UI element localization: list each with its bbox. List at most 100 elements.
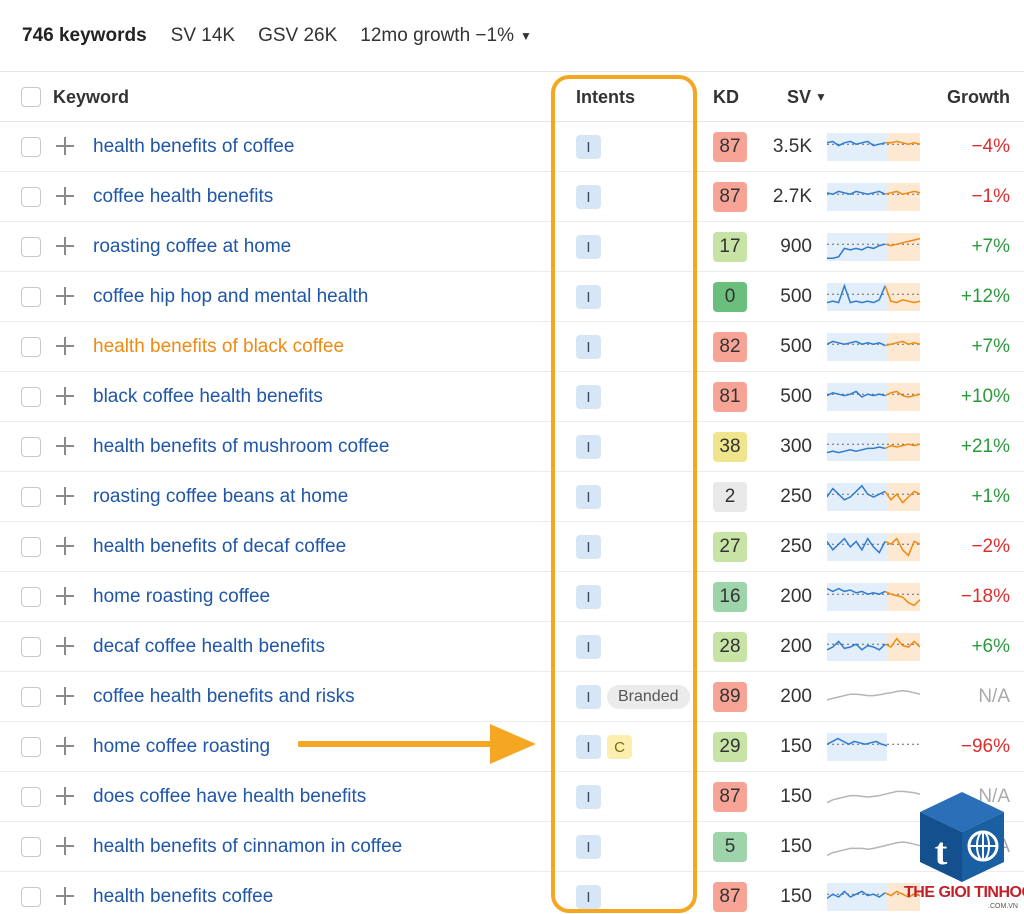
add-to-list-icon[interactable] bbox=[53, 784, 77, 808]
growth-period-label: 12mo growth −1% bbox=[360, 24, 514, 46]
growth-value: −2% bbox=[971, 536, 1010, 557]
add-to-list-icon[interactable] bbox=[53, 184, 77, 208]
column-keyword[interactable]: Keyword bbox=[53, 72, 129, 122]
add-to-list-icon[interactable] bbox=[53, 134, 77, 158]
keyword-link[interactable]: decaf coffee health benefits bbox=[93, 622, 325, 672]
intent-badges: IC bbox=[576, 734, 632, 760]
add-to-list-icon[interactable] bbox=[53, 434, 77, 458]
column-sv[interactable]: SV ▼ bbox=[787, 72, 827, 122]
add-to-list-icon[interactable] bbox=[53, 884, 77, 908]
row-checkbox[interactable] bbox=[21, 787, 41, 807]
add-to-list-icon[interactable] bbox=[53, 684, 77, 708]
sv-trend-sparkline bbox=[827, 690, 920, 701]
search-volume: 150 bbox=[780, 886, 812, 907]
add-to-list-icon[interactable] bbox=[53, 484, 77, 508]
keyword-link[interactable]: health benefits coffee bbox=[93, 872, 273, 914]
keyword-link[interactable]: health benefits of mushroom coffee bbox=[93, 422, 389, 472]
add-to-list-icon[interactable] bbox=[53, 334, 77, 358]
intent-badges: I bbox=[576, 334, 601, 360]
row-checkbox[interactable] bbox=[21, 587, 41, 607]
intent-badge: C bbox=[607, 735, 632, 759]
search-volume: 200 bbox=[780, 686, 812, 707]
keyword-link[interactable]: health benefits of coffee bbox=[93, 122, 294, 172]
keyword-link[interactable]: health benefits of black coffee bbox=[93, 322, 344, 372]
row-checkbox[interactable] bbox=[21, 337, 41, 357]
keyword-link[interactable]: roasting coffee beans at home bbox=[93, 472, 348, 522]
row-checkbox[interactable] bbox=[21, 537, 41, 557]
growth-value: +10% bbox=[960, 386, 1010, 407]
keyword-link[interactable]: health benefits of decaf coffee bbox=[93, 522, 346, 572]
table-row: coffee hip hop and mental health I 0 500 +12… bbox=[0, 272, 1024, 322]
growth-value: +7% bbox=[971, 236, 1010, 257]
table-row: health benefits of cinnamon in coffee I 5 1… bbox=[0, 822, 1024, 872]
keyword-link[interactable]: health benefits of cinnamon in coffee bbox=[93, 822, 402, 872]
row-checkbox[interactable] bbox=[21, 737, 41, 757]
keyword-link[interactable]: home roasting coffee bbox=[93, 572, 270, 622]
keyword-link[interactable]: black coffee health benefits bbox=[93, 372, 323, 422]
row-checkbox[interactable] bbox=[21, 887, 41, 907]
intent-badge: I bbox=[576, 185, 601, 209]
add-to-list-icon[interactable] bbox=[53, 834, 77, 858]
intent-badge: I bbox=[576, 635, 601, 659]
kd-score: 5 bbox=[713, 832, 747, 862]
row-checkbox[interactable] bbox=[21, 687, 41, 707]
keyword-link[interactable]: does coffee have health benefits bbox=[93, 772, 366, 822]
summary-bar: 746 keywords SV 14K GSV 26K 12mo growth … bbox=[0, 0, 1024, 72]
table-row: health benefits coffee I 87 150 bbox=[0, 872, 1024, 914]
column-intents[interactable]: Intents bbox=[576, 72, 635, 122]
search-volume: 250 bbox=[780, 486, 812, 507]
keyword-link[interactable]: roasting coffee at home bbox=[93, 222, 291, 272]
select-all-cell bbox=[21, 72, 41, 122]
intent-badges: I bbox=[576, 384, 601, 410]
add-to-list-icon[interactable] bbox=[53, 734, 77, 758]
row-checkbox[interactable] bbox=[21, 487, 41, 507]
table-row: roasting coffee at home I 17 900 +7% bbox=[0, 222, 1024, 272]
svg-text:t: t bbox=[935, 831, 948, 873]
intent-badge: I bbox=[576, 835, 601, 859]
caret-down-icon: ▼ bbox=[519, 28, 532, 43]
add-to-list-icon[interactable] bbox=[53, 234, 77, 258]
column-sv-label: SV bbox=[787, 86, 812, 107]
growth-value: −4% bbox=[971, 136, 1010, 157]
row-checkbox[interactable] bbox=[21, 137, 41, 157]
kd-score: 87 bbox=[713, 132, 747, 162]
row-checkbox[interactable] bbox=[21, 237, 41, 257]
table-row: home roasting coffee I 16 200 −18% bbox=[0, 572, 1024, 622]
keyword-link[interactable]: coffee hip hop and mental health bbox=[93, 272, 368, 322]
growth-period-dropdown[interactable]: 12mo growth −1% ▼ bbox=[360, 25, 532, 47]
intent-badge: I bbox=[576, 585, 601, 609]
watermark-logo: t THE GIOI TINHOC .COM.VN bbox=[900, 788, 1024, 914]
table-row: roasting coffee beans at home I 2 250 +1% bbox=[0, 472, 1024, 522]
add-to-list-icon[interactable] bbox=[53, 584, 77, 608]
search-volume: 500 bbox=[780, 386, 812, 407]
sv-trend-sparkline bbox=[827, 283, 920, 311]
row-checkbox[interactable] bbox=[21, 287, 41, 307]
add-to-list-icon[interactable] bbox=[53, 384, 77, 408]
search-volume: 3.5K bbox=[772, 136, 812, 157]
row-checkbox[interactable] bbox=[21, 437, 41, 457]
growth-value: +1% bbox=[971, 486, 1010, 507]
keyword-link[interactable]: home coffee roasting bbox=[93, 722, 270, 772]
growth-value: −18% bbox=[960, 586, 1010, 607]
kd-score: 87 bbox=[713, 182, 747, 212]
keyword-link[interactable]: coffee health benefits bbox=[93, 172, 273, 222]
intent-badge: I bbox=[576, 785, 601, 809]
intent-badge: I bbox=[576, 385, 601, 409]
select-all-checkbox[interactable] bbox=[21, 87, 41, 107]
intent-badges: I bbox=[576, 584, 601, 610]
row-checkbox[interactable] bbox=[21, 187, 41, 207]
add-to-list-icon[interactable] bbox=[53, 284, 77, 308]
column-kd[interactable]: KD bbox=[713, 72, 739, 122]
add-to-list-icon[interactable] bbox=[53, 634, 77, 658]
watermark-brand: THE GIOI TINHOC bbox=[904, 884, 1024, 901]
intent-badges: I bbox=[576, 884, 601, 910]
keyword-link[interactable]: coffee health benefits and risks bbox=[93, 672, 355, 722]
row-checkbox[interactable] bbox=[21, 837, 41, 857]
row-checkbox[interactable] bbox=[21, 387, 41, 407]
column-growth[interactable]: Growth bbox=[947, 72, 1010, 122]
row-checkbox[interactable] bbox=[21, 637, 41, 657]
kd-score: 38 bbox=[713, 432, 747, 462]
intent-badge: I bbox=[576, 735, 601, 759]
add-to-list-icon[interactable] bbox=[53, 534, 77, 558]
sv-trend-sparkline bbox=[827, 333, 920, 361]
